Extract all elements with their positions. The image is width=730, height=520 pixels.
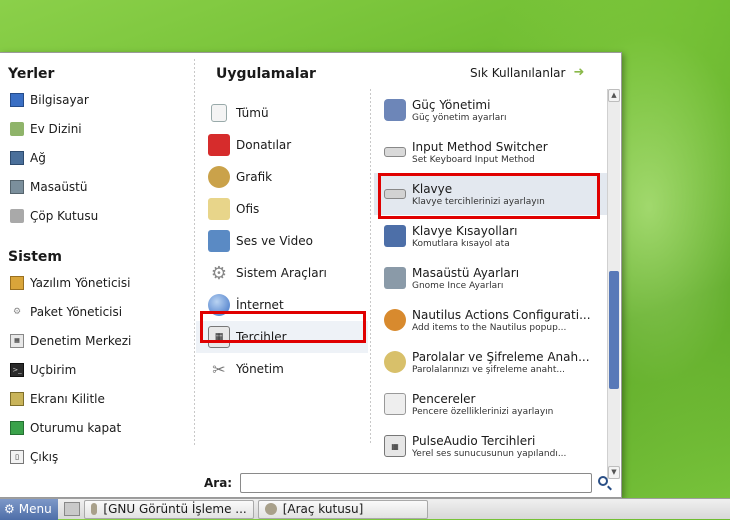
terminal-icon: >_ (10, 362, 24, 377)
accessories-icon (208, 134, 230, 156)
favorites-button[interactable]: Sık Kullanılanlar ➜ (470, 65, 584, 80)
taskbar: ⚙ Menu [GNU Görüntü İşleme ... [Araç kut… (0, 498, 730, 520)
places-column: Yerler Bilgisayar Ev Dizini Ağ Masaüstü … (0, 53, 192, 497)
all-apps-icon (211, 104, 227, 122)
applications-title: Uygulamalar (216, 66, 316, 82)
app-desktop-settings[interactable]: Masaüstü Ayarları Gnome İnce Ayarları (374, 257, 608, 299)
scroll-up-icon[interactable]: ▲ (608, 89, 620, 102)
system-control-center[interactable]: ▦ Denetim Merkezi (0, 326, 192, 355)
shortcuts-icon (384, 225, 406, 247)
nautilus-icon (384, 309, 406, 331)
place-network[interactable]: Ağ (0, 143, 192, 172)
category-accessories[interactable]: Donatılar (196, 129, 368, 161)
system-tools-icon: ⚙ (210, 262, 228, 284)
app-pulseaudio-preferences[interactable]: ▦ PulseAudio Tercihleri Yerel ses sunucus… (374, 425, 608, 467)
categories-column: Uygulamalar Tümü Donatılar Grafik Ofis S… (196, 53, 368, 497)
category-all[interactable]: Tümü (196, 97, 368, 129)
place-trash[interactable]: Çöp Kutusu (0, 201, 192, 230)
category-office[interactable]: Ofis (196, 193, 368, 225)
system-quit[interactable]: ▯ Çıkış (0, 442, 192, 471)
show-desktop-icon[interactable] (63, 502, 80, 516)
menu-button[interactable]: ⚙ Menu (0, 498, 58, 520)
system-software-manager[interactable]: Yazılım Yöneticisi (0, 268, 192, 297)
keyboard-icon (384, 189, 406, 199)
places-title: Yerler (8, 66, 55, 82)
logout-icon (10, 420, 24, 435)
office-icon (208, 198, 230, 220)
app-windows[interactable]: Pencereler Pencere özelliklerinizi ayarla… (374, 383, 608, 425)
system-terminal[interactable]: >_ Uçbirim (0, 355, 192, 384)
gear-icon: ⚙ (12, 306, 22, 317)
audio-icon: ▦ (384, 435, 406, 457)
scroll-thumb[interactable] (609, 271, 619, 389)
search-row: Ara: (204, 471, 616, 495)
gear-icon: ⚙ (4, 502, 15, 516)
trash-icon (10, 208, 24, 223)
system-package-manager[interactable]: ⚙ Paket Yöneticisi (0, 297, 192, 326)
home-folder-icon (10, 121, 24, 136)
control-center-icon: ▦ (10, 333, 24, 348)
gimp-icon (90, 503, 98, 515)
app-nautilus-actions[interactable]: Nautilus Actions Configurati... Add items… (374, 299, 608, 341)
task-button-toolbox[interactable]: [Araç kutusu] (257, 499, 428, 519)
preferences-icon: ▦ (208, 326, 230, 348)
app-passwords-keys[interactable]: Parolalar ve Şifreleme Anah... Parolaları… (374, 341, 608, 383)
arrow-right-icon: ➜ (573, 65, 585, 80)
app-input-method-switcher[interactable]: Input Method Switcher Set Keyboard Input … (374, 131, 608, 173)
keyboard-icon (384, 147, 406, 157)
internet-icon (208, 294, 230, 316)
system-title: Sistem (8, 249, 62, 265)
quit-icon: ▯ (10, 449, 24, 464)
keys-icon (384, 351, 406, 373)
category-multimedia[interactable]: Ses ve Video (196, 225, 368, 257)
place-home[interactable]: Ev Dizini (0, 114, 192, 143)
app-keyboard[interactable]: Klavye Klavye tercihlerinizi ayarlayın (374, 173, 608, 215)
category-preferences[interactable]: ▦ Tercihler (196, 321, 368, 353)
category-graphics[interactable]: Grafik (196, 161, 368, 193)
power-icon (384, 99, 406, 121)
system-lock-screen[interactable]: Ekranı Kilitle (0, 384, 192, 413)
package-icon (10, 275, 24, 290)
application-menu: Yerler Bilgisayar Ev Dizini Ağ Masaüstü … (0, 52, 622, 498)
lock-screen-icon (10, 391, 24, 406)
gimp-icon (264, 503, 277, 515)
place-desktop[interactable]: Masaüstü (0, 172, 192, 201)
divider (194, 59, 195, 445)
divider (370, 89, 371, 445)
search-icon[interactable] (598, 476, 612, 491)
apps-list: Güç Yönetimi Güç yönetim ayarları Input M… (374, 89, 608, 469)
multimedia-icon (208, 230, 230, 252)
administration-icon: ✂ (212, 359, 226, 379)
desktop-settings-icon (384, 267, 406, 289)
graphics-icon (208, 166, 230, 188)
search-input[interactable] (240, 473, 592, 493)
network-icon (10, 150, 24, 165)
desktop-icon (10, 179, 24, 194)
search-label: Ara: (204, 476, 233, 490)
app-power-management[interactable]: Güç Yönetimi Güç yönetim ayarları (374, 89, 608, 131)
system-logout[interactable]: Oturumu kapat (0, 413, 192, 442)
computer-icon (10, 92, 24, 107)
windows-icon (384, 393, 406, 415)
app-keyboard-shortcuts[interactable]: Klavye Kısayolları Komutlara kısayol ata (374, 215, 608, 257)
category-administration[interactable]: ✂ Yönetim (196, 353, 368, 385)
apps-scrollbar[interactable]: ▲ ▼ (607, 89, 620, 479)
place-computer[interactable]: Bilgisayar (0, 85, 192, 114)
category-system-tools[interactable]: ⚙ Sistem Araçları (196, 257, 368, 289)
task-button-gimp[interactable]: [GNU Görüntü İşleme ... (83, 499, 254, 519)
category-internet[interactable]: İnternet (196, 289, 368, 321)
